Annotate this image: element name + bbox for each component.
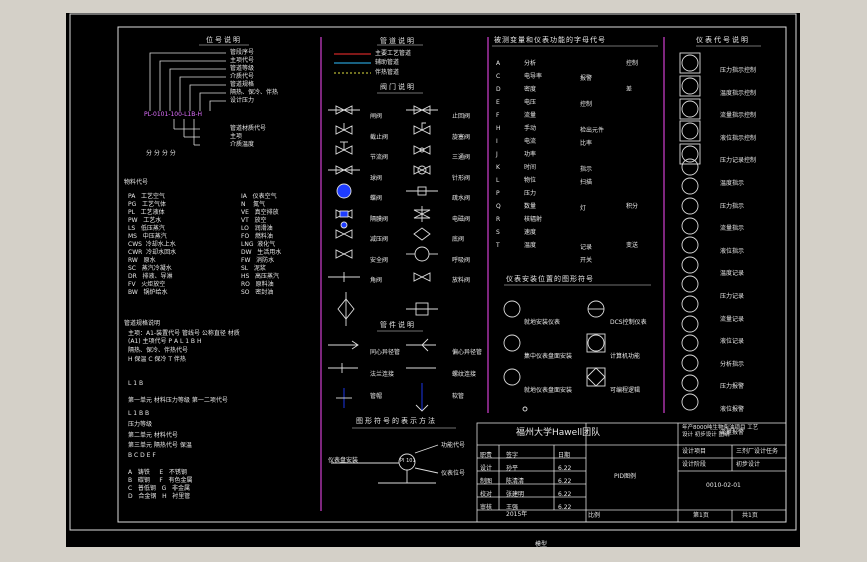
- medium-code-col-1: PA 工艺空气 PG 工艺气体 PL 工艺液体 PW 工艺水 LS 低压蒸汽 M…: [128, 193, 177, 296]
- function-heading: 被测变量和仪表功能的字母代号: [494, 36, 606, 44]
- function-col-d: 控制 差 积分 变送: [626, 60, 639, 249]
- tag-code-example: PL-0101-100-L1B-H: [144, 111, 203, 118]
- tag-desc-9: 主项: [230, 133, 243, 140]
- tag-desc-10: 介质温度: [230, 141, 255, 148]
- tag-desc-7: 设计压力: [230, 97, 255, 104]
- fitting-names-left: 同心异径管 法兰连接 管帽: [370, 349, 401, 400]
- grade-row-6: 第三单元 隔热代号 保温: [128, 442, 192, 449]
- design-project-label: 设计项目: [682, 448, 707, 455]
- tag-desc-2: 主项代号: [230, 57, 255, 64]
- tag-desc-6: 隔热、保冷、伴热: [230, 89, 279, 96]
- grade-row-3: L 1 B B: [128, 410, 150, 417]
- notation-label-top: 功能代号: [441, 442, 466, 449]
- tag-code-heading: 位号说明: [206, 36, 242, 44]
- display-left: 就地安装仪表 集中仪表盘面安装 就地仪表盘面安装: [524, 319, 573, 394]
- medium-code-title: 物料代号: [124, 179, 149, 186]
- instrument-heading: 仪表代号说明: [696, 36, 750, 44]
- drawing-number: 0010-02-01: [706, 482, 741, 489]
- design-stage-label: 设计阶段: [682, 461, 707, 468]
- tag-units-row: 分 分 分 分: [146, 150, 176, 157]
- pipe-legend-heading: 管道说明: [380, 37, 416, 45]
- tag-desc-4: 介质代号: [230, 73, 255, 80]
- drawing-title: PID图例: [614, 473, 637, 480]
- pipe-spec-line-4: H 保温 C 保冷 T 伴热: [128, 356, 186, 363]
- valve-names-left: 闸阀 截止阀 节流阀 球阀 蝶阀 隔膜阀 减压阀 安全阀 角阀: [370, 113, 389, 284]
- function-col-a: A C D E F H I J K L P Q R S T: [496, 60, 501, 249]
- grade-row-2: 第一单元 材料压力等级 第一二项代号: [128, 397, 228, 404]
- year: 2015年: [506, 511, 528, 518]
- pipe-spec-line-3: 隔热、保冷、伴热代号: [128, 347, 189, 354]
- total-sheets-label: 共1页: [742, 512, 758, 519]
- pipe-legend-2: 辅助管道: [375, 59, 400, 66]
- notation-circle-label: PI 101: [400, 458, 416, 464]
- valve-names-right: 止回阀 旋塞阀 三通阀 针形阀 疏水阀 电磁阀 底阀 呼吸阀 放料阀: [452, 113, 471, 284]
- tag-code-leaders: [149, 52, 226, 146]
- notation-label-left: 仪表盘安装: [328, 457, 359, 464]
- fitting-legend-heading: 管件说明: [380, 321, 416, 329]
- design-project-value: 三剂厂设计任务: [736, 448, 779, 455]
- grade-row-4: 压力等级: [128, 421, 153, 428]
- function-col-b: 分析 电导率 密度 电压 流量 手动 电流 功率 时间 物位 压力 数量 核辐射…: [524, 60, 543, 249]
- medium-code-col-2: IA 仪表空气 N 氮气 VE 真空排放 VT 放空 LO 润滑油 FO 燃料油…: [241, 193, 282, 296]
- pipe-spec-line-2: (A1) 主项代号 P A L 1 B H: [128, 338, 202, 345]
- pipe-legend-1: 主要工艺管道: [375, 50, 412, 57]
- tag-desc-3: 管道等级: [230, 65, 255, 72]
- tag-desc-1: 管段序号: [230, 49, 255, 56]
- design-stage-value: 初步设计: [736, 461, 761, 468]
- date-column: 日期 6.22 6.22 6.22 6.22: [558, 452, 572, 511]
- name-column: 签字 孙平 陈清清 张建明 王强: [506, 452, 525, 511]
- display-heading: 仪表安装位置的图形符号: [506, 275, 594, 283]
- instrument-symbols: [679, 52, 701, 411]
- pipe-legend-3: 伴热管道: [375, 69, 400, 76]
- scale-label: 比例: [588, 512, 601, 519]
- tag-desc-8: 管道材质代号: [230, 125, 267, 132]
- tag-desc-5: 管道规格: [230, 81, 255, 88]
- function-col-c: 报警 控制 检出元件 比率 指示 扫描 灯 记录 开关: [580, 75, 605, 264]
- instrument-names: 压力指示控制 温度指示控制 流量指示控制 液位指示控制 压力记录控制 温度指示 …: [720, 67, 757, 436]
- pipe-spec-title: 管道规格说明: [124, 320, 161, 327]
- drawing-sheet: 位号说明 管段序号 主项代号 管道等级 介质代号 管道规格 隔热、保冷、伴热 设…: [66, 13, 800, 547]
- model-tab-label[interactable]: 模型: [535, 539, 547, 548]
- sheet-label: 第1页: [693, 512, 709, 519]
- notation-example: [331, 444, 439, 484]
- grade-row-5: 第二单元 材料代号: [128, 432, 178, 439]
- display-right: DCS控制仪表 计算机功能 可编程逻辑: [610, 319, 647, 394]
- grade-row-7: B C D E F: [128, 452, 156, 459]
- team-name: 福州大学Hawell团队: [516, 428, 601, 438]
- role-column: 职责 设计 制图 校对 审核: [480, 452, 493, 511]
- grade-legend: A 铸铁 E 不锈钢 B 碳钢 F 有色金属 C 普低钢 G 非金属 D 合金钢…: [128, 469, 193, 500]
- grade-row-1: L 1 B: [128, 380, 144, 387]
- fitting-names-right: 偏心异径管 螺纹连接 软管: [452, 349, 483, 400]
- notation-heading: 图形符号的表示方法: [356, 417, 437, 425]
- pipe-spec-line-1: 主项：A1-装置代号 管线号 公称直径 材质: [128, 330, 240, 337]
- notation-label-bottom: 仪表位号: [441, 470, 466, 477]
- project-note: 年产8000吨生物柴油项目 工艺 设计 初步设计 图纸: [682, 425, 759, 438]
- valve-legend-heading: 阀门说明: [380, 83, 416, 91]
